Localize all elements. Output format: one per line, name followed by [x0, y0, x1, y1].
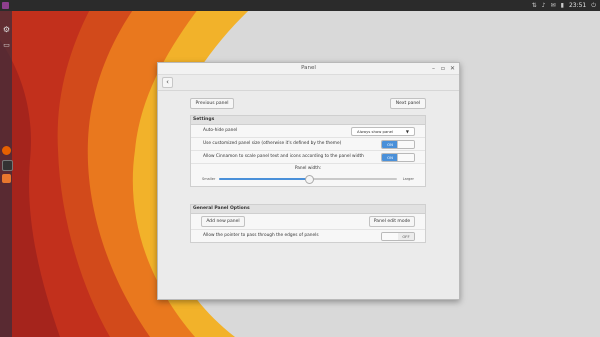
panel-width-label: Panel width:: [294, 166, 322, 171]
switch-off-label: OFF: [398, 233, 414, 240]
pass-through-label: Allow the pointer to pass through the ed…: [203, 233, 319, 238]
mail-icon[interactable]: ✉: [551, 0, 556, 11]
back-button[interactable]: ‹: [162, 77, 173, 88]
close-icon[interactable]: ✕: [450, 63, 455, 74]
switch-knob: [397, 154, 414, 161]
scale-text-row: Allow Cinnamon to scale panel text and i…: [191, 151, 425, 164]
system-tray: ⇅ ♪ ✉ ▮ 23:51 ⏻: [532, 0, 596, 11]
slider-handle[interactable]: [305, 175, 314, 184]
firefox-icon[interactable]: [2, 146, 11, 155]
power-icon[interactable]: ⏻: [591, 0, 596, 11]
pass-through-row: Allow the pointer to pass through the ed…: [191, 230, 425, 242]
panel-edit-mode-button[interactable]: Panel edit mode: [369, 216, 415, 227]
settings-icon[interactable]: ⚙: [2, 25, 11, 34]
general-options-header: General Panel Options: [191, 205, 425, 214]
switch-knob: [382, 233, 399, 240]
custom-size-label: Use customized panel size (otherwise it'…: [203, 141, 342, 146]
autohide-value: Always show panel: [357, 129, 394, 134]
autohide-row: Auto-hide panel Always show panel ▼: [191, 125, 425, 138]
back-arrow-icon: ‹: [166, 78, 169, 86]
scale-text-switch[interactable]: ON: [381, 153, 415, 162]
switch-on-label: ON: [382, 141, 398, 148]
panel-width-slider[interactable]: [219, 175, 397, 184]
next-panel-button[interactable]: Next panel: [390, 98, 426, 109]
switch-knob: [397, 141, 414, 148]
settings-header: Settings: [191, 116, 425, 125]
menu-icon[interactable]: [2, 2, 9, 9]
panel-settings-window: Panel – ▫ ✕ ‹ Previous panel Next panel …: [157, 62, 460, 300]
custom-size-row: Use customized panel size (otherwise it'…: [191, 138, 425, 151]
window-title: Panel: [301, 65, 316, 71]
chevron-down-icon: ▼: [405, 129, 409, 134]
custom-size-switch[interactable]: ON: [381, 140, 415, 149]
slider-min-label: Smaller: [202, 177, 216, 181]
panel-width-row: Panel width: Smaller Larger: [191, 164, 425, 186]
previous-panel-button[interactable]: Previous panel: [190, 98, 234, 109]
chat-icon[interactable]: ▭: [2, 41, 11, 50]
switch-on-label: ON: [382, 154, 398, 161]
settings-section: Settings Auto-hide panel Always show pan…: [190, 115, 426, 187]
files-icon[interactable]: [2, 174, 11, 183]
terminal-icon[interactable]: [2, 160, 13, 171]
panel-actions-row: Add new panel Panel edit mode: [191, 214, 425, 230]
scale-text-label: Allow Cinnamon to scale panel text and i…: [203, 154, 364, 159]
general-options-section: General Panel Options Add new panel Pane…: [190, 204, 426, 243]
autohide-label: Auto-hide panel: [203, 128, 238, 133]
slider-fill: [219, 178, 308, 180]
pass-through-switch[interactable]: OFF: [381, 232, 415, 241]
launcher-bar: ⚙ ▭: [0, 11, 13, 337]
window-titlebar[interactable]: Panel – ▫ ✕: [158, 63, 459, 75]
minimize-icon[interactable]: –: [432, 63, 435, 74]
battery-icon[interactable]: ▮: [561, 0, 564, 11]
network-icon[interactable]: ⇅: [532, 0, 537, 11]
slider-max-label: Larger: [402, 177, 414, 181]
maximize-icon[interactable]: ▫: [441, 63, 445, 74]
volume-icon[interactable]: ♪: [542, 0, 546, 11]
autohide-dropdown[interactable]: Always show panel ▼: [351, 127, 415, 136]
clock[interactable]: 23:51: [569, 0, 586, 11]
header-divider: [158, 90, 459, 91]
top-panel: ⇅ ♪ ✉ ▮ 23:51 ⏻: [0, 0, 600, 11]
add-new-panel-button[interactable]: Add new panel: [201, 216, 245, 227]
